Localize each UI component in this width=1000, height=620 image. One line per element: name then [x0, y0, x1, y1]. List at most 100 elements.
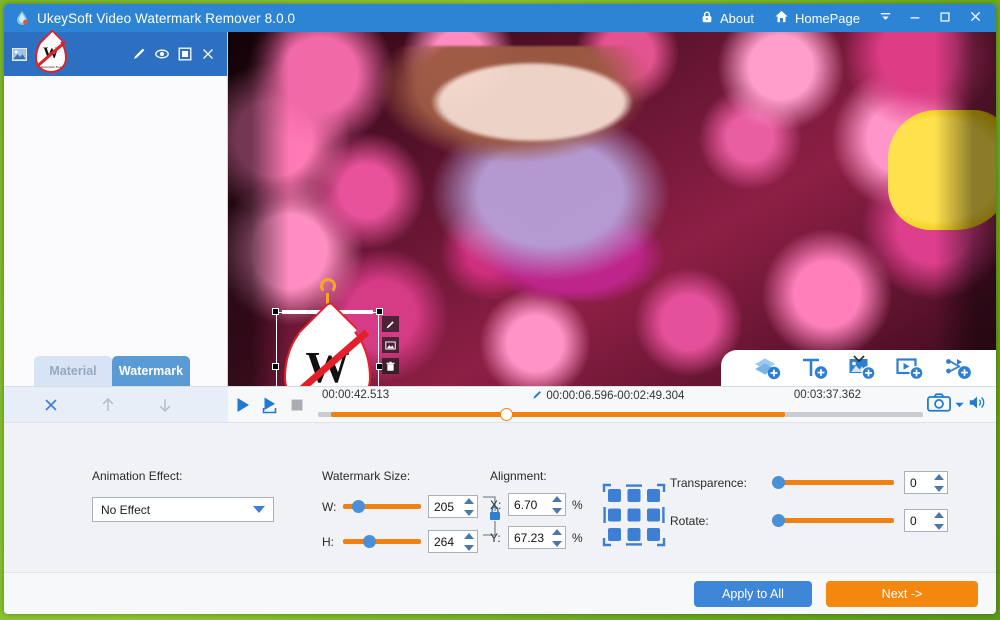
chevron-down-icon[interactable]	[851, 351, 867, 361]
edit-icon[interactable]	[132, 47, 146, 61]
rotate-input[interactable]: 0	[904, 509, 948, 532]
alignment-label: Alignment:	[490, 469, 583, 483]
seek-handle[interactable]	[500, 408, 513, 421]
rotate-stepper[interactable]	[934, 512, 944, 530]
align-x-input[interactable]: 6.70	[508, 493, 566, 516]
apply-to-all-button[interactable]: Apply to All	[694, 581, 812, 607]
list-item[interactable]: W Watermark Free	[4, 32, 227, 76]
volume-icon[interactable]	[968, 394, 986, 416]
replace-image-icon[interactable]	[382, 337, 399, 353]
caret-down-icon	[253, 506, 265, 513]
rotate-slider[interactable]	[772, 518, 894, 523]
maximize-icon	[938, 10, 952, 27]
app-droplet-icon	[14, 10, 30, 26]
tab-watermark[interactable]: Watermark	[112, 356, 190, 386]
watermark-overlay[interactable]: W Watermark Free	[276, 312, 379, 386]
watermark-size-group: Watermark Size: W: 205 H: 264	[322, 469, 482, 553]
watermark-caption: Watermark Free	[35, 66, 67, 69]
trim-range-display[interactable]: 00:00:06.596-00:02:49.304	[532, 389, 684, 403]
maximize-button[interactable]	[930, 4, 960, 32]
camera-icon[interactable]	[927, 393, 951, 417]
move-down-button[interactable]	[156, 396, 174, 414]
align-x-stepper[interactable]	[552, 496, 562, 514]
image-thumbnail-icon	[12, 48, 27, 61]
list-action-bar	[4, 387, 228, 423]
edit-watermark-icon[interactable]	[382, 316, 399, 332]
align-y-input[interactable]: 67.23	[508, 526, 566, 549]
align-y-label: Y:	[490, 531, 502, 545]
resize-handle-l[interactable]	[272, 363, 279, 370]
about-menu-item[interactable]: About	[690, 4, 764, 32]
width-stepper[interactable]	[464, 498, 474, 516]
add-material-button[interactable]	[750, 355, 784, 381]
transparence-row: Transparence: 0	[670, 471, 948, 494]
close-button[interactable]	[960, 4, 990, 32]
delete-watermark-icon[interactable]	[382, 358, 399, 374]
transparence-slider-handle[interactable]	[772, 476, 785, 489]
width-slider[interactable]	[343, 504, 421, 509]
height-value: 264	[434, 535, 454, 549]
align-x-row: X: 6.70 %	[490, 493, 583, 516]
tab-material-label: Material	[49, 364, 96, 378]
homepage-label: HomePage	[795, 11, 860, 26]
add-video-button[interactable]	[893, 355, 927, 381]
watermark-free-droplet-logo: W Watermark Free	[284, 317, 371, 386]
width-input[interactable]: 205	[428, 495, 478, 518]
remove-icon[interactable]	[201, 47, 215, 61]
animation-effect-label: Animation Effect:	[92, 469, 274, 483]
tab-material[interactable]: Material	[34, 356, 112, 386]
minimize-button[interactable]	[900, 4, 930, 32]
transparence-label: Transparence:	[670, 476, 762, 490]
play-button[interactable]	[234, 396, 252, 414]
width-slider-handle[interactable]	[352, 500, 365, 513]
align-y-stepper[interactable]	[552, 529, 562, 547]
watermark-list-body[interactable]	[4, 76, 227, 386]
rotate-handle[interactable]	[320, 278, 336, 294]
duplicate-icon[interactable]	[178, 47, 192, 61]
resize-handle-tl[interactable]	[272, 308, 279, 315]
lock-icon	[700, 10, 714, 27]
seek-buffer	[318, 412, 331, 417]
add-text-button[interactable]	[798, 355, 832, 381]
height-slider[interactable]	[343, 539, 421, 544]
height-label: H:	[322, 535, 336, 549]
trim-range-text: 00:00:06.596-00:02:49.304	[546, 390, 684, 402]
transparence-slider[interactable]	[772, 480, 894, 485]
window-title: UkeySoft Video Watermark Remover 8.0.0	[37, 11, 295, 26]
height-slider-handle[interactable]	[363, 535, 376, 548]
list-item-tools	[132, 47, 219, 61]
next-button[interactable]: Next ->	[826, 581, 978, 607]
watermark-settings-panel: Animation Effect: No Effect Watermark Si…	[4, 422, 996, 572]
preview-eye-icon[interactable]	[155, 47, 169, 61]
caret-down-icon[interactable]	[955, 396, 964, 414]
trim-pencil-icon	[532, 389, 543, 403]
player-right-controls	[923, 393, 996, 417]
add-gif-button[interactable]	[941, 355, 975, 381]
add-element-toolbar	[721, 350, 996, 386]
homepage-menu-item[interactable]: HomePage	[764, 4, 870, 32]
more-menu-button[interactable]	[870, 4, 900, 32]
animation-effect-select[interactable]: No Effect	[92, 497, 274, 522]
rotate-slider-handle[interactable]	[772, 514, 785, 527]
play-preview-button[interactable]	[261, 396, 279, 414]
stop-button[interactable]	[288, 396, 306, 414]
delete-item-button[interactable]	[42, 396, 60, 414]
transparence-input[interactable]: 0	[904, 471, 948, 494]
resize-handle-tr[interactable]	[376, 308, 383, 315]
sidebar-tabs: Material Watermark	[34, 356, 190, 386]
height-input[interactable]: 264	[428, 530, 478, 553]
transparence-stepper[interactable]	[934, 474, 944, 492]
seek-slider[interactable]	[318, 412, 923, 417]
height-stepper[interactable]	[464, 533, 474, 551]
move-up-button[interactable]	[99, 396, 117, 414]
total-time: 00:03:37.362	[794, 389, 861, 401]
title-bar-left: UkeySoft Video Watermark Remover 8.0.0	[4, 10, 295, 26]
alignment-grid-icon[interactable]	[602, 483, 666, 547]
transport-controls	[228, 396, 318, 414]
current-time: 00:00:42.513	[322, 389, 389, 401]
align-y-unit: %	[572, 531, 583, 545]
video-preview[interactable]: W Watermark Free	[228, 32, 996, 386]
align-x-label: X:	[490, 498, 502, 512]
time-row: 00:00:42.513 00:00:06.596-00:02:49.304 0…	[318, 389, 923, 405]
minimize-icon	[908, 10, 922, 27]
